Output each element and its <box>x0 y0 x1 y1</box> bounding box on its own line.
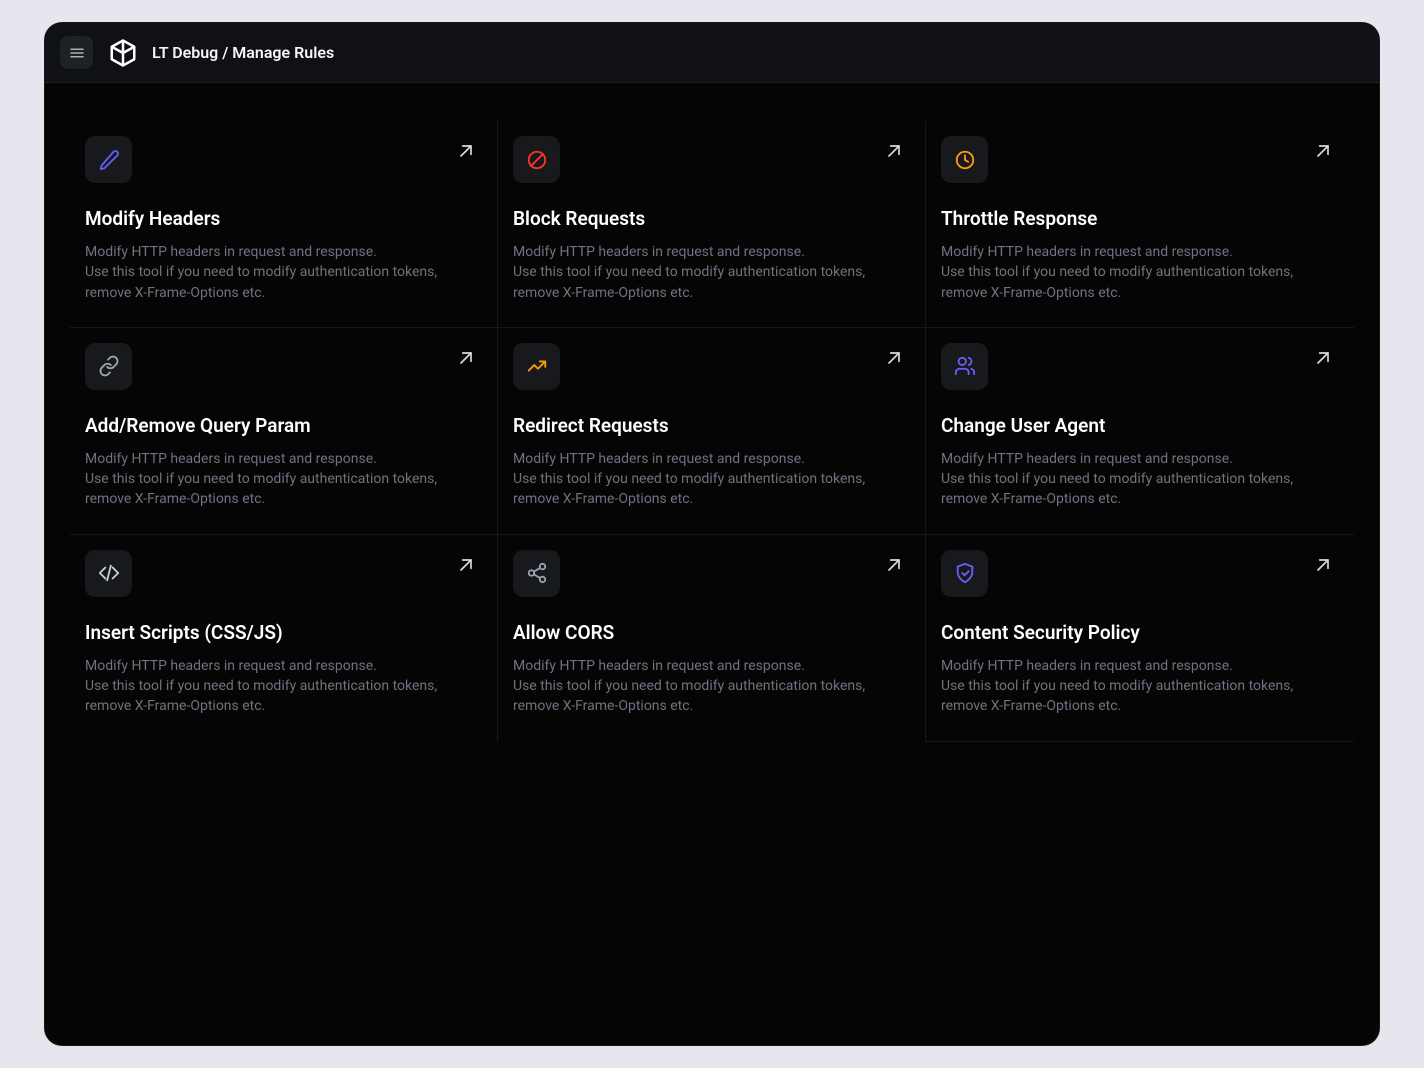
card-title: Redirect Requests <box>513 414 910 437</box>
trending-up-icon <box>526 355 548 377</box>
card-description: Modify HTTP headers in request and respo… <box>513 449 910 510</box>
menu-icon <box>68 44 86 62</box>
card-icon-box <box>85 550 132 597</box>
card-description: Modify HTTP headers in request and respo… <box>941 242 1339 303</box>
open-arrow-icon[interactable] <box>456 141 476 165</box>
code-icon <box>98 562 120 584</box>
content-area: Modify Headers Modify HTTP headers in req… <box>45 83 1379 1045</box>
card-description: Modify HTTP headers in request and respo… <box>85 242 482 303</box>
open-arrow-icon[interactable] <box>884 555 904 579</box>
card-description: Modify HTTP headers in request and respo… <box>513 656 910 717</box>
card-header <box>85 136 482 183</box>
page-title: LT Debug / Manage Rules <box>152 43 334 62</box>
card-title: Throttle Response <box>941 207 1339 230</box>
card-icon-box <box>85 343 132 390</box>
card-title: Content Security Policy <box>941 621 1339 644</box>
open-arrow-icon[interactable] <box>1313 348 1333 372</box>
rule-card[interactable]: Throttle Response Modify HTTP headers in … <box>926 121 1354 328</box>
rule-card[interactable]: Block Requests Modify HTTP headers in req… <box>498 121 926 328</box>
clock-icon <box>954 149 976 171</box>
open-arrow-icon[interactable] <box>456 555 476 579</box>
rule-card[interactable]: Modify Headers Modify HTTP headers in req… <box>70 121 498 328</box>
rule-card[interactable]: Insert Scripts (CSS/JS) Modify HTTP heade… <box>70 535 498 742</box>
card-title: Allow CORS <box>513 621 910 644</box>
card-description: Modify HTTP headers in request and respo… <box>85 656 482 717</box>
rule-card[interactable]: Redirect Requests Modify HTTP headers in … <box>498 328 926 535</box>
open-arrow-icon[interactable] <box>884 141 904 165</box>
card-title: Change User Agent <box>941 414 1339 437</box>
card-header <box>513 343 910 390</box>
card-description: Modify HTTP headers in request and respo… <box>941 449 1339 510</box>
shield-check-icon <box>954 562 976 584</box>
card-header <box>941 343 1339 390</box>
card-icon-box <box>941 136 988 183</box>
card-header <box>941 136 1339 183</box>
card-header <box>85 550 482 597</box>
card-description: Modify HTTP headers in request and respo… <box>85 449 482 510</box>
header-bar: LT Debug / Manage Rules <box>45 23 1379 83</box>
app-window: LT Debug / Manage Rules Modify HeadersMo… <box>44 22 1380 1046</box>
card-icon-box <box>85 136 132 183</box>
card-icon-box <box>513 550 560 597</box>
card-description: Modify HTTP headers in request and respo… <box>941 656 1339 717</box>
menu-button[interactable] <box>60 36 93 69</box>
rule-card[interactable]: Add/Remove Query Param Modify HTTP header… <box>70 328 498 535</box>
rules-grid: Modify Headers Modify HTTP headers in req… <box>70 121 1354 742</box>
open-arrow-icon[interactable] <box>1313 555 1333 579</box>
users-icon <box>954 355 976 377</box>
card-title: Modify Headers <box>85 207 482 230</box>
rule-card[interactable]: Allow CORS Modify HTTP headers in request… <box>498 535 926 742</box>
card-title: Add/Remove Query Param <box>85 414 482 437</box>
card-header <box>941 550 1339 597</box>
card-icon-box <box>513 136 560 183</box>
card-header <box>85 343 482 390</box>
share-icon <box>526 562 548 584</box>
rule-card[interactable]: Change User Agent Modify HTTP headers in … <box>926 328 1354 535</box>
card-title: Block Requests <box>513 207 910 230</box>
app-logo <box>107 37 139 69</box>
open-arrow-icon[interactable] <box>1313 141 1333 165</box>
pencil-icon <box>98 149 120 171</box>
card-icon-box <box>941 343 988 390</box>
card-icon-box <box>941 550 988 597</box>
open-arrow-icon[interactable] <box>456 348 476 372</box>
logo-icon <box>108 38 138 68</box>
open-arrow-icon[interactable] <box>884 348 904 372</box>
card-icon-box <box>513 343 560 390</box>
card-title: Insert Scripts (CSS/JS) <box>85 621 482 644</box>
rule-card[interactable]: Content Security Policy Modify HTTP heade… <box>926 535 1354 742</box>
card-header <box>513 550 910 597</box>
link-icon <box>98 355 120 377</box>
card-description: Modify HTTP headers in request and respo… <box>513 242 910 303</box>
block-icon <box>526 149 548 171</box>
card-header <box>513 136 910 183</box>
